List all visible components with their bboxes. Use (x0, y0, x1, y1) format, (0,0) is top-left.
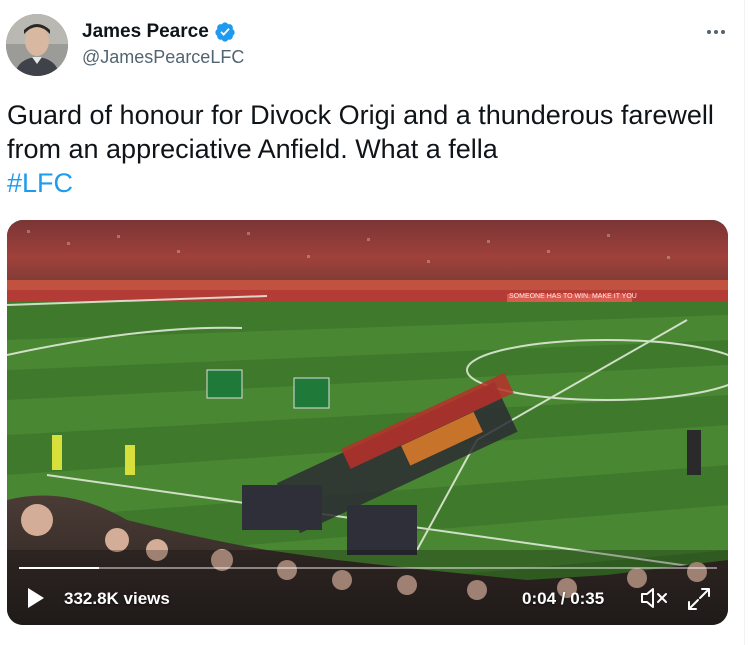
embedded-video[interactable]: SOMEONE HAS TO WIN. MAKE IT YOU 332.8K v… (7, 220, 728, 625)
display-name[interactable]: James Pearce (82, 21, 209, 43)
author-handle[interactable]: @JamesPearceLFC (82, 47, 244, 68)
hashtag-link[interactable]: #LFC (7, 166, 727, 200)
view-count: 332.8K views (64, 589, 170, 608)
expand-icon[interactable] (685, 585, 713, 613)
stadium-banner-text: SOMEONE HAS TO WIN. MAKE IT YOU (509, 293, 637, 300)
more-dot-icon (721, 30, 725, 34)
tweet-text: Guard of honour for Divock Origi and a t… (7, 98, 727, 200)
avatar[interactable] (6, 14, 68, 76)
author-header: James Pearce (82, 21, 236, 43)
more-options-button[interactable] (702, 18, 730, 46)
volume-mute-icon[interactable] (639, 585, 669, 611)
video-time: 0:04 / 0:35 (522, 589, 605, 608)
play-icon[interactable] (23, 586, 47, 610)
more-dot-icon (707, 30, 711, 34)
video-controls: 332.8K views 0:04 / 0:35 (7, 560, 728, 625)
progress-bar[interactable] (19, 567, 717, 569)
progress-fill (19, 567, 99, 569)
tweet-body: Guard of honour for Divock Origi and a t… (7, 100, 714, 164)
more-dot-icon (714, 30, 718, 34)
avatar-photo (6, 14, 68, 76)
verified-badge-icon (215, 22, 235, 42)
timeline-border (744, 0, 745, 645)
